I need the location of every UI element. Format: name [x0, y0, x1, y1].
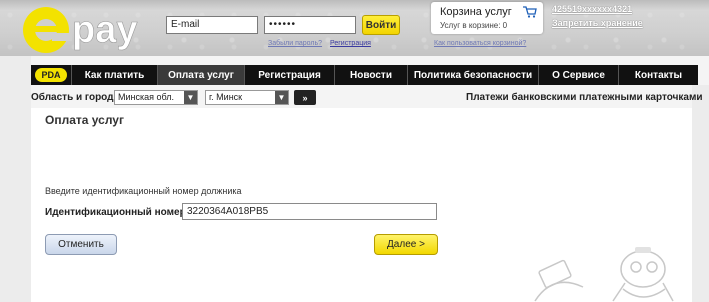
- epay-logo[interactable]: pay: [14, 0, 154, 56]
- email-field[interactable]: E-mail: [166, 16, 258, 34]
- left-margin: [0, 56, 31, 302]
- chevron-down-icon: ▼: [184, 91, 197, 104]
- register-link[interactable]: Регистрация: [330, 40, 371, 47]
- cart-help-link[interactable]: Как пользоваться корзиной?: [434, 40, 526, 47]
- id-number-input[interactable]: 3220364A018PB5: [182, 203, 437, 220]
- bank-card-payments-banner[interactable]: Платежи банковскими платежными карточкам…: [466, 92, 703, 103]
- cancel-button[interactable]: Отменить: [45, 234, 117, 255]
- main-nav: PDA Как платить Оплата услуг Регистрация…: [31, 65, 698, 85]
- payment-form-panel: Оплата услуг Введите идентификационный н…: [31, 108, 692, 302]
- cart-widget[interactable]: Корзина услуг Услуг в корзине: 0: [431, 2, 543, 34]
- pda-badge: PDA: [35, 68, 67, 82]
- svg-text:pay: pay: [72, 9, 137, 51]
- nav-label: Новости: [350, 69, 392, 81]
- nav-label: О Сервисе: [552, 69, 605, 81]
- city-value: г. Минск: [209, 92, 243, 102]
- nav-item-news[interactable]: Новости: [334, 65, 407, 85]
- nav-pda[interactable]: PDA: [31, 65, 71, 85]
- nav-label: Как платить: [84, 69, 145, 81]
- forgot-password-link[interactable]: Забыли пароль?: [268, 40, 322, 47]
- nav-item-security-policy[interactable]: Политика безопасности: [407, 65, 538, 85]
- next-button[interactable]: Далее >: [374, 234, 438, 255]
- epay-logo-graphic: pay: [23, 7, 138, 53]
- saved-card-number[interactable]: 425519xxxxxx4321: [552, 4, 632, 14]
- nav-item-pay-services[interactable]: Оплата услуг: [157, 65, 244, 85]
- forbid-storage-link[interactable]: Запретить хранение: [552, 18, 643, 28]
- password-field[interactable]: ••••••: [264, 16, 356, 34]
- cart-title: Корзина услуг: [440, 6, 512, 18]
- region-label: Область и город:: [31, 92, 117, 103]
- right-margin: [692, 85, 709, 302]
- city-select[interactable]: г. Минск ▼: [205, 90, 289, 105]
- site-header: pay E-mail •••••• Войти Забыли пароль? Р…: [0, 0, 709, 56]
- form-hint: Введите идентификационный номер должника: [45, 186, 242, 196]
- cart-count: Услуг в корзине: 0: [440, 21, 508, 30]
- nav-label: Регистрация: [258, 69, 321, 81]
- saved-card-panel: 425519xxxxxx4321 Запретить хранение: [549, 0, 699, 32]
- chevron-down-icon: ▼: [275, 91, 288, 104]
- cart-icon: [523, 6, 537, 18]
- region-select[interactable]: Минская обл. ▼: [114, 90, 198, 105]
- nav-item-registration[interactable]: Регистрация: [244, 65, 334, 85]
- page-title: Оплата услуг: [45, 113, 124, 127]
- nav-item-contacts[interactable]: Контакты: [618, 65, 698, 85]
- mascot-illustration: [534, 247, 674, 302]
- login-button[interactable]: Войти: [362, 15, 400, 35]
- nav-item-about[interactable]: О Сервисе: [538, 65, 618, 85]
- nav-item-how-to-pay[interactable]: Как платить: [71, 65, 157, 85]
- region-value: Минская обл.: [118, 92, 175, 102]
- nav-label: Контакты: [634, 69, 683, 81]
- nav-label: Оплата услуг: [168, 69, 234, 81]
- apply-region-button[interactable]: »: [294, 90, 316, 105]
- id-number-label: Идентификационный номер:: [45, 207, 190, 218]
- nav-label: Политика безопасности: [413, 69, 533, 81]
